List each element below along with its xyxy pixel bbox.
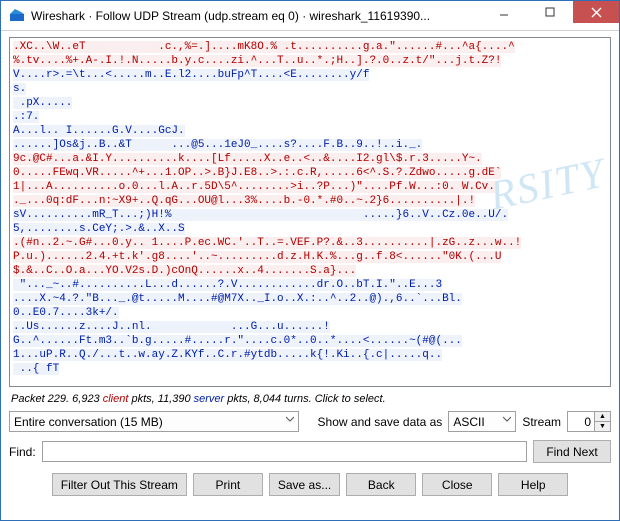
titlebar: Wireshark · Follow UDP Stream (udp.strea… [1,1,619,31]
conversation-combo[interactable]: Entire conversation (15 MB) [9,411,299,432]
content-area: RSITY .XC..\W..eT .c.,%=.]....mK8O.% .t.… [1,31,619,520]
print-button[interactable]: Print [193,473,263,496]
server-segment[interactable]: .:7. [13,111,39,123]
save-as-button[interactable]: Save as... [269,473,340,496]
status-mid: pkts, 11,390 [128,393,193,405]
bottom-button-row: Filter Out This Stream Print Save as... … [9,473,611,496]
server-segment[interactable]: A...l.. I......G.V....GcJ. [13,125,185,137]
server-segment[interactable]: V....r>.=\t...<.....m..E.l2....buFp^T...… [13,69,369,81]
server-segment[interactable]: 5,........s.CeY;.>.&..X..S [13,223,185,235]
client-segment[interactable]: $.&..C..O.a...YO.V2s.D.)cOnQ......x..4..… [13,265,356,277]
client-segment[interactable]: P.u.)......2.4.+t.k'.g8....'..~.........… [13,251,501,263]
minimize-button[interactable] [481,1,527,23]
help-button[interactable]: Help [498,473,568,496]
window-frame: Wireshark · Follow UDP Stream (udp.strea… [0,0,620,521]
spinner-buttons: ▲ ▼ [595,411,611,432]
client-segment[interactable]: 0.....FEwq.VR.....^+...1.OP..>.B}J.E8..>… [13,167,501,179]
chevron-down-icon [503,415,511,423]
conversation-value: Entire conversation (15 MB) [14,415,163,429]
stream-spinner[interactable]: ▲ ▼ [567,411,611,432]
filter-out-button[interactable]: Filter Out This Stream [52,473,187,496]
find-row: Find: Find Next [9,440,611,463]
server-segment[interactable]: ..{ fT [13,363,59,375]
server-segment[interactable]: ..Us......z....J..nl. ...G...u......! [13,321,330,333]
stream-text[interactable]: RSITY .XC..\W..eT .c.,%=.]....mK8O.% .t.… [9,37,611,387]
server-segment[interactable]: s. [13,83,26,95]
spinner-down[interactable]: ▼ [595,422,610,431]
server-segment[interactable]: sV..........mR_T...;)H!% .....}6..V..Cz.… [13,209,508,221]
status-prefix: Packet 229. 6,923 [11,393,103,405]
status-line: Packet 229. 6,923 client pkts, 11,390 se… [11,393,609,405]
client-segment[interactable]: 1|...A..........o.0...l.A..r.5D\5^......… [13,181,495,193]
window-controls [481,1,619,30]
client-segment[interactable]: %.tv....%+.A-.I.!.N.....b.y.c....zi.^...… [13,55,501,67]
server-segment[interactable]: 1...uP.R..Q./...t..w.ay.Z.KYf..C.r.#ytdb… [13,349,442,361]
show-as-label: Show and save data as [318,415,443,429]
format-value: ASCII [453,415,484,429]
server-segment[interactable]: G..^......Ft.m3..`b.g.....#.....r."....c… [13,335,462,347]
client-segment[interactable]: 9c.@C#...a.&I.Y..........k....[Lf.....X.… [13,153,482,165]
client-segment[interactable]: .(#n..2.~.G#...0.y.. 1....P.ec.WC.'..T..… [13,237,521,249]
filter-row: Entire conversation (15 MB) Show and sav… [9,411,611,432]
status-suffix: pkts, 8,044 turns. Click to select. [224,393,385,405]
server-segment[interactable]: 0..E0.7....3k+/. [13,307,119,319]
chevron-down-icon [286,415,294,423]
window-title: Wireshark · Follow UDP Stream (udp.strea… [31,9,481,23]
spinner-up[interactable]: ▲ [595,412,610,422]
stream-label: Stream [522,415,561,429]
status-client-label: client [103,393,129,405]
find-next-button[interactable]: Find Next [533,440,611,463]
server-segment[interactable]: "..._~..#..........L...d......?.V.......… [13,279,442,291]
find-input[interactable] [42,441,527,462]
server-segment[interactable]: ....X.~4.?."B..._.@t.....M....#@M7X.._I.… [13,293,462,305]
close-button[interactable] [573,1,619,23]
server-segment[interactable]: .pX..... [13,97,72,109]
client-segment[interactable]: ._...0q:dF...n:~X9+..Q.qG...OU@l...3%...… [13,195,475,207]
app-icon [9,8,25,24]
find-label: Find: [9,445,36,459]
format-combo[interactable]: ASCII [448,411,516,432]
close-dialog-button[interactable]: Close [422,473,492,496]
status-server-label: server [194,393,225,405]
server-segment[interactable]: ......]Os&j..B..&T ...@5...1eJ0_....s?..… [13,139,422,151]
back-button[interactable]: Back [346,473,416,496]
maximize-button[interactable] [527,1,573,23]
client-segment[interactable]: .XC..\W..eT .c.,%=.]....mK8O.% .t.......… [13,41,515,53]
stream-value[interactable] [567,411,595,432]
